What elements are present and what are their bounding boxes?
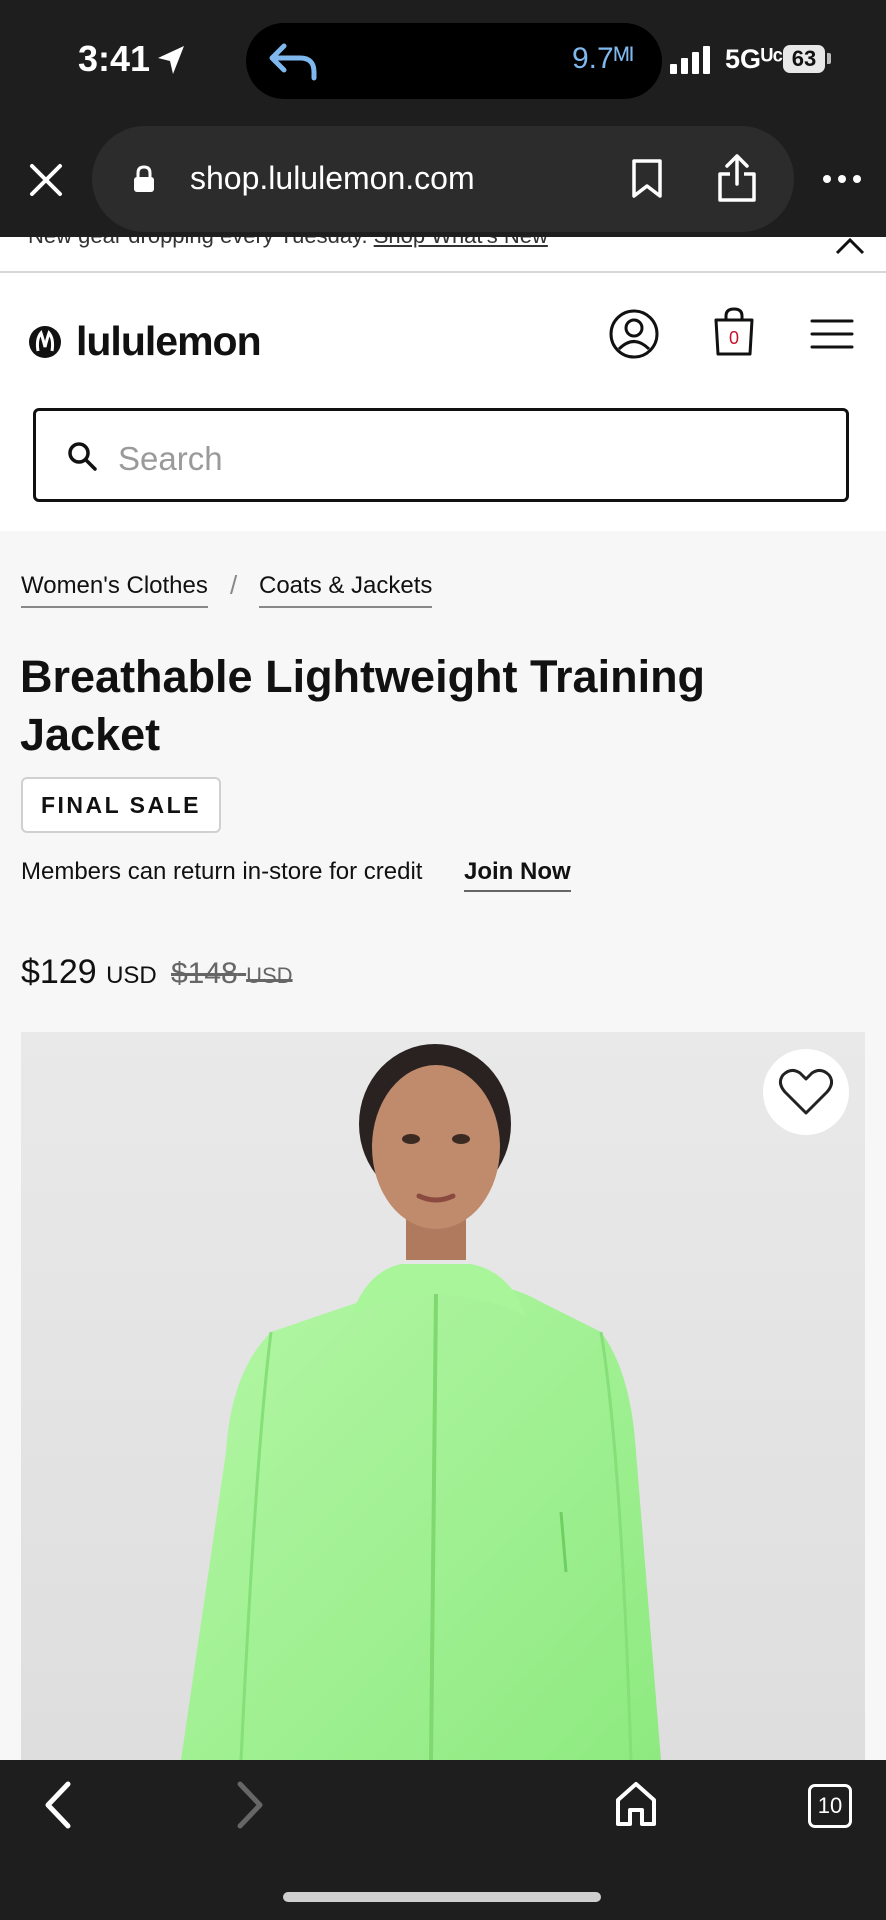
- sale-price-amount: $129: [21, 953, 97, 991]
- product-image[interactable]: [21, 1032, 865, 1760]
- tabs-button[interactable]: 10: [808, 1784, 852, 1828]
- lululemon-logo-icon[interactable]: [28, 325, 62, 359]
- status-time: 3:41: [78, 38, 151, 79]
- promo-text: New gear dropping every Tuesday. Shop Wh…: [28, 237, 548, 249]
- heart-icon: [778, 1068, 834, 1115]
- original-price-amount: $148: [171, 957, 238, 990]
- more-icon[interactable]: [822, 174, 862, 184]
- original-price-currency: USD: [246, 963, 293, 988]
- battery-icon: 63: [783, 45, 825, 73]
- home-indicator[interactable]: [283, 1892, 601, 1902]
- network-type: 5Gᵁᶜ: [725, 44, 784, 74]
- location-arrow-icon: [158, 46, 184, 74]
- url-text[interactable]: shop.lululemon.com: [190, 160, 475, 197]
- forward-arrow-icon[interactable]: [232, 1780, 268, 1830]
- sale-price-currency: USD: [106, 962, 157, 989]
- back-arrow-icon[interactable]: [40, 1780, 76, 1830]
- bag-count: 0: [728, 328, 739, 348]
- navigation-distance: 9.7ᴹᴵ: [572, 42, 635, 75]
- battery-tip: [827, 53, 831, 64]
- members-return-text: Members can return in-store for credit: [21, 858, 423, 885]
- search-icon: [68, 442, 97, 471]
- cellular-signal-icon: [670, 46, 710, 74]
- breadcrumb-womens-clothes[interactable]: Women's Clothes: [21, 572, 208, 608]
- search-placeholder: Search: [118, 440, 223, 477]
- breadcrumb-separator: /: [230, 570, 238, 600]
- promo-message: New gear dropping every Tuesday.: [28, 237, 368, 248]
- product-photo: [21, 1032, 865, 1760]
- share-icon[interactable]: [716, 152, 758, 204]
- product-title: Breathable Lightweight Training Jacket: [20, 651, 706, 760]
- final-sale-badge: FINAL SALE: [21, 777, 221, 833]
- promo-banner: New gear dropping every Tuesday. Shop Wh…: [0, 237, 886, 273]
- bookmark-icon[interactable]: [630, 158, 664, 200]
- hamburger-menu-icon[interactable]: [810, 318, 854, 350]
- brand-logo-text[interactable]: lululemon: [76, 318, 262, 365]
- original-price: $148 USD: [171, 957, 293, 991]
- chevron-up-icon[interactable]: [834, 237, 866, 255]
- lock-icon: [134, 165, 154, 192]
- home-icon[interactable]: [614, 1780, 658, 1828]
- close-icon[interactable]: [26, 160, 66, 200]
- return-arrow-icon: [269, 43, 317, 81]
- account-icon[interactable]: [608, 308, 660, 360]
- promo-link[interactable]: Shop What's New: [374, 237, 548, 248]
- wishlist-button[interactable]: [763, 1049, 849, 1135]
- breadcrumb-coats-jackets[interactable]: Coats & Jackets: [259, 572, 433, 608]
- sale-price: $129 USD: [21, 953, 157, 992]
- join-now-link[interactable]: Join Now: [464, 858, 571, 892]
